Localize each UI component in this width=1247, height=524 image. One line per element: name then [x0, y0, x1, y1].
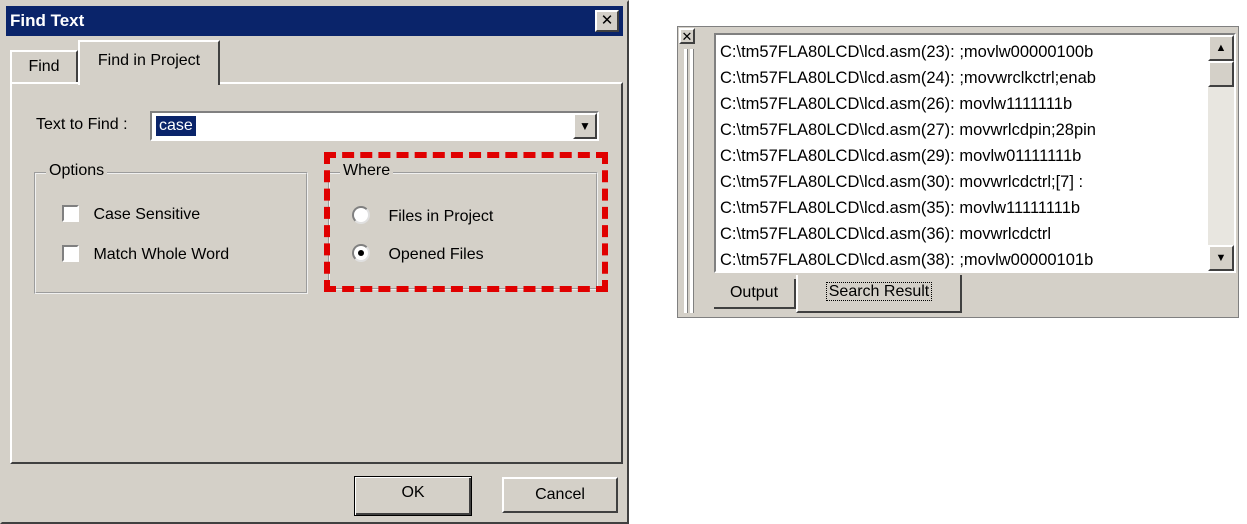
- chevron-down-icon: ▼: [579, 119, 591, 133]
- opened-files-label: Opened Files: [388, 246, 484, 263]
- result-lines: C:\tm57FLA80LCD\lcd.asm(23): ;movlw00000…: [716, 39, 1200, 271]
- close-icon: ✕: [681, 29, 693, 44]
- radio-selected-dot: [358, 250, 364, 257]
- list-item[interactable]: C:\tm57FLA80LCD\lcd.asm(35): movlw111111…: [720, 195, 1200, 221]
- close-button[interactable]: ✕: [595, 10, 619, 32]
- panel-grip[interactable]: [690, 49, 694, 313]
- files-in-project-option[interactable]: Files in Project: [352, 206, 493, 228]
- ok-button-label: OK: [401, 484, 425, 501]
- scroll-up-button[interactable]: ▲: [1208, 35, 1234, 61]
- close-icon: ✕: [600, 12, 614, 29]
- panel-grip[interactable]: [684, 49, 688, 313]
- scroll-down-button[interactable]: ▼: [1208, 245, 1234, 271]
- options-group: Options Case Sensitive Match Whole Word: [34, 162, 308, 294]
- cancel-button[interactable]: Cancel: [502, 477, 618, 513]
- scroll-thumb[interactable]: [1208, 61, 1234, 87]
- list-item[interactable]: C:\tm57FLA80LCD\lcd.asm(29): movlw011111…: [720, 143, 1200, 169]
- match-whole-word-option[interactable]: Match Whole Word: [62, 244, 229, 266]
- list-item[interactable]: C:\tm57FLA80LCD\lcd.asm(38): ;movlw00000…: [720, 247, 1200, 271]
- tab-find-label: Find: [28, 58, 60, 75]
- tab-find[interactable]: Find: [10, 50, 78, 82]
- tab-output[interactable]: Output: [714, 279, 796, 309]
- case-sensitive-option[interactable]: Case Sensitive: [62, 204, 200, 226]
- vertical-scrollbar[interactable]: ▲ ▼: [1208, 35, 1234, 271]
- opened-files-radio[interactable]: [352, 244, 370, 263]
- text-to-find-combobox[interactable]: case ▼: [150, 111, 599, 141]
- options-legend: Options: [46, 162, 108, 180]
- list-item[interactable]: C:\tm57FLA80LCD\lcd.asm(26): movlw111111…: [720, 91, 1200, 117]
- list-item[interactable]: C:\tm57FLA80LCD\lcd.asm(24): ;movwrclkct…: [720, 65, 1200, 91]
- tab-find-in-project-label: Find in Project: [97, 52, 201, 69]
- find-text-dialog: Find Text ✕ Find Find in Project Text to…: [0, 0, 629, 524]
- dialog-title: Find Text: [10, 11, 85, 30]
- panel-close-button[interactable]: ✕: [679, 28, 695, 44]
- list-item[interactable]: C:\tm57FLA80LCD\lcd.asm(30): movwrlcdctr…: [720, 169, 1200, 195]
- files-in-project-label: Files in Project: [388, 208, 494, 225]
- ok-button[interactable]: OK: [354, 476, 472, 516]
- where-group: Where Files in Project Opened Files: [328, 162, 598, 290]
- where-legend: Where: [340, 162, 394, 180]
- list-item[interactable]: C:\tm57FLA80LCD\lcd.asm(23): ;movlw00000…: [720, 39, 1200, 65]
- tab-search-result[interactable]: Search Result: [796, 275, 962, 313]
- match-whole-word-label: Match Whole Word: [93, 246, 230, 263]
- output-panel: ✕ C:\tm57FLA80LCD\lcd.asm(23): ;movlw000…: [677, 26, 1239, 318]
- match-whole-word-checkbox[interactable]: [62, 244, 79, 262]
- dropdown-arrow-button[interactable]: ▼: [573, 113, 597, 139]
- text-to-find-label: Text to Find :: [36, 116, 128, 133]
- tab-search-result-label: Search Result: [825, 282, 933, 301]
- arrow-down-icon: ▼: [1215, 252, 1227, 264]
- case-sensitive-checkbox[interactable]: [62, 204, 79, 222]
- case-sensitive-label: Case Sensitive: [93, 206, 201, 223]
- files-in-project-radio[interactable]: [352, 206, 370, 225]
- list-item[interactable]: C:\tm57FLA80LCD\lcd.asm(27): movwrlcdpin…: [720, 117, 1200, 143]
- list-item[interactable]: C:\tm57FLA80LCD\lcd.asm(36): movwrlcdctr…: [720, 221, 1200, 247]
- search-result-list[interactable]: C:\tm57FLA80LCD\lcd.asm(23): ;movlw00000…: [714, 33, 1236, 273]
- arrow-up-icon: ▲: [1215, 42, 1227, 54]
- tab-output-label: Output: [729, 284, 779, 301]
- text-to-find-value[interactable]: case: [156, 116, 196, 136]
- title-bar[interactable]: Find Text ✕: [6, 6, 623, 36]
- tab-find-in-project[interactable]: Find in Project: [78, 40, 220, 85]
- opened-files-option[interactable]: Opened Files: [352, 244, 484, 266]
- cancel-button-label: Cancel: [535, 486, 585, 503]
